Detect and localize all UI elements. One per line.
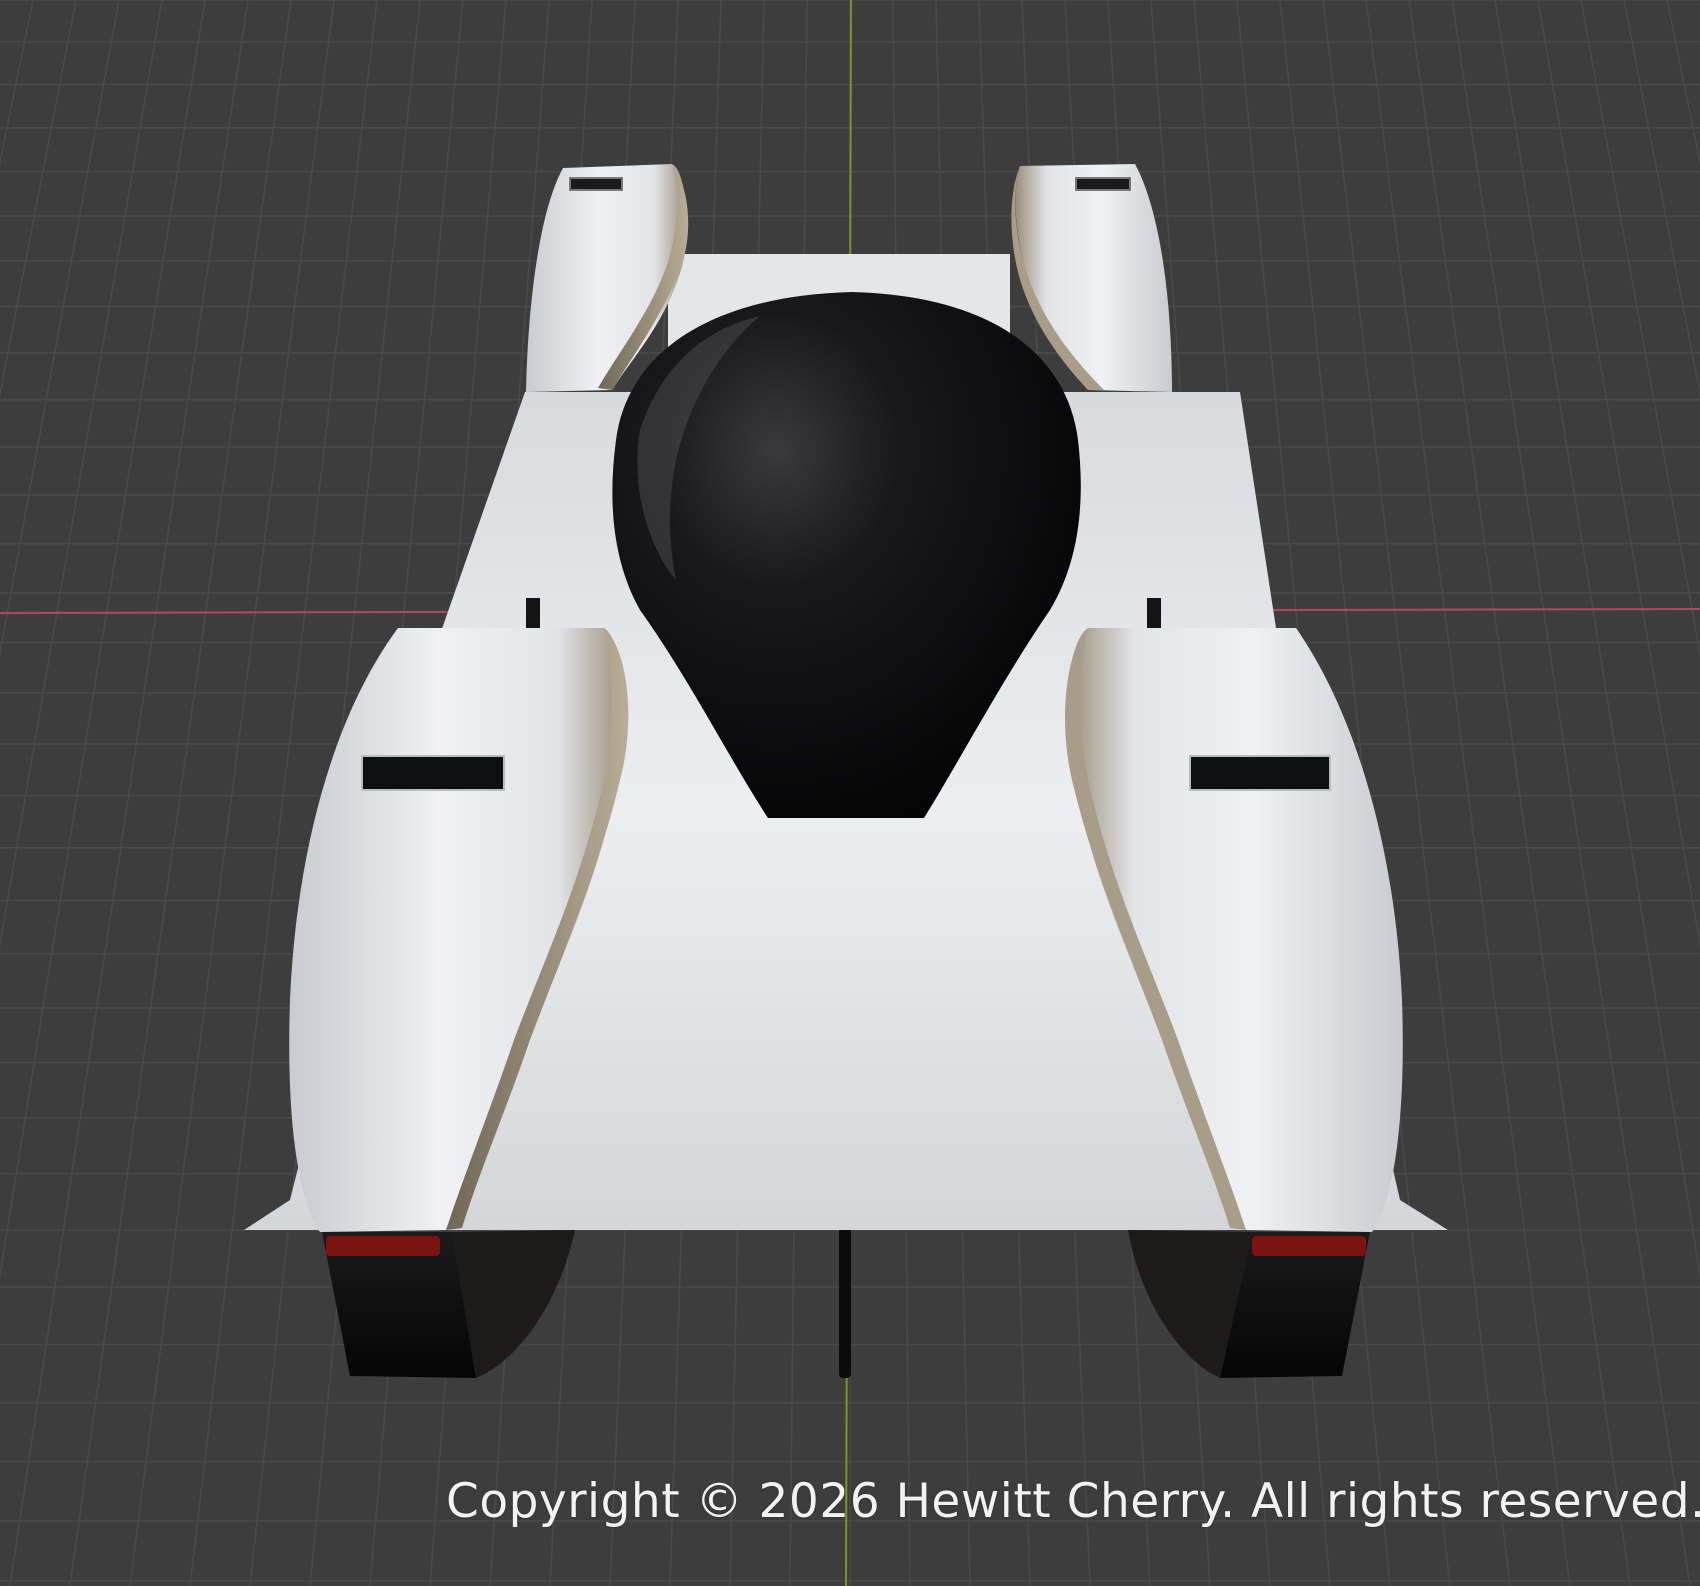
race-car-model[interactable] bbox=[244, 164, 1448, 1378]
grid-line bbox=[1537, 0, 1700, 950]
grid-line bbox=[0, 0, 77, 398]
grid-line bbox=[69, 0, 292, 1586]
center-fin bbox=[839, 1228, 851, 1378]
front-right-vent bbox=[1075, 177, 1131, 191]
grid-line bbox=[0, 0, 34, 166]
left-mirror-stalk bbox=[526, 598, 540, 628]
front-left-vent bbox=[569, 177, 623, 191]
viewport-scene[interactable] bbox=[0, 0, 1700, 1586]
grid-line bbox=[1365, 0, 1571, 1586]
3d-viewport[interactable]: Copyright © 2026 Hewitt Cherry. All righ… bbox=[0, 0, 1700, 1586]
rear-left-vent bbox=[361, 755, 505, 791]
right-mirror-stalk bbox=[1147, 598, 1161, 628]
copyright-watermark: Copyright © 2026 Hewitt Cherry. All righ… bbox=[446, 1474, 1700, 1529]
right-tail-light bbox=[1252, 1236, 1366, 1256]
left-tail-light bbox=[326, 1236, 440, 1256]
grid-line bbox=[0, 0, 120, 658]
grid-line bbox=[9, 0, 249, 1586]
grid-line bbox=[1666, 0, 1700, 166]
grid-line bbox=[1623, 0, 1700, 398]
grid-line bbox=[129, 0, 335, 1586]
grid-line bbox=[1408, 0, 1631, 1586]
grid-line bbox=[0, 0, 163, 950]
rear-right-vent bbox=[1189, 755, 1331, 791]
grid-line bbox=[1580, 0, 1700, 658]
grid-line bbox=[1451, 0, 1691, 1586]
